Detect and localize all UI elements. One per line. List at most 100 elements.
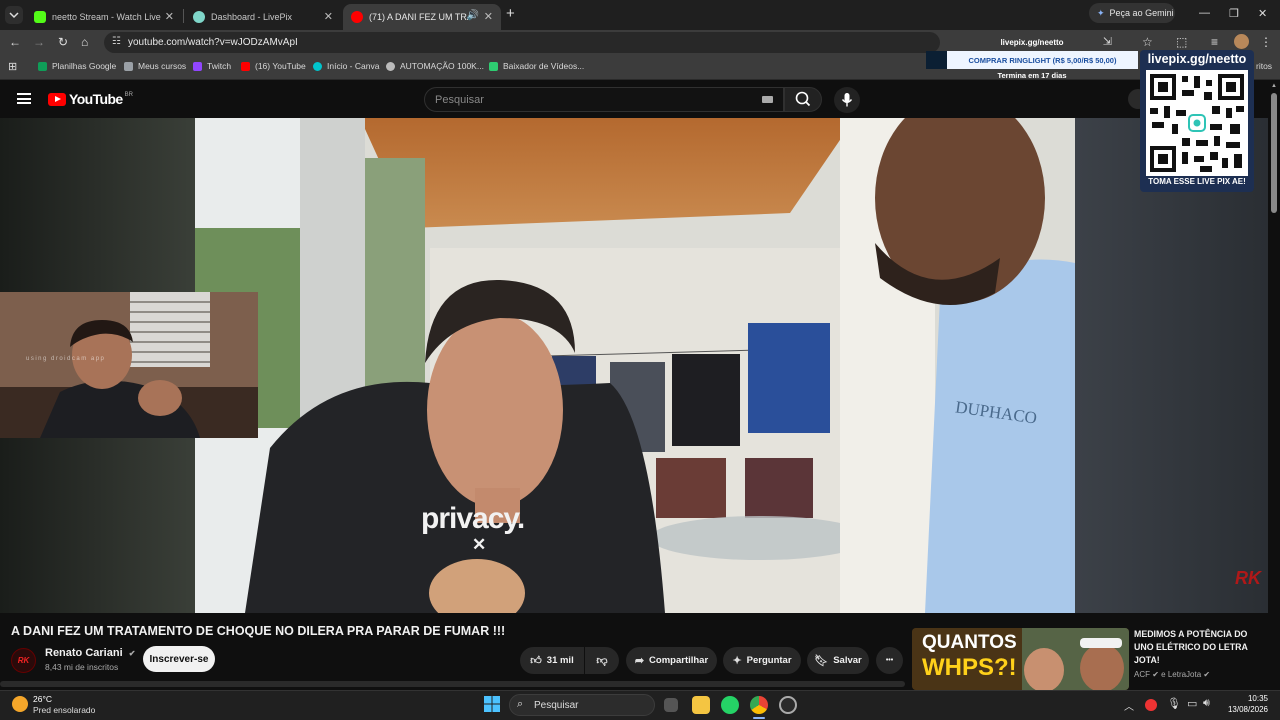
- goal-text: COMPRAR RINGLIGHT (R$ 5,00/R$ 50,00): [968, 55, 1117, 65]
- site-info-icon[interactable]: ☷: [112, 36, 121, 47]
- address-bar[interactable]: ☷ youtube.com/watch?v=wJODzAMvApI ⇲: [104, 32, 1112, 53]
- more-actions-button[interactable]: •••: [876, 647, 903, 674]
- save-button[interactable]: 🔖︎ Salvar: [807, 647, 869, 674]
- hamburger-menu-icon[interactable]: [17, 93, 31, 104]
- webcam-overlay: using droidcam app: [0, 292, 258, 438]
- recommended-title[interactable]: MEDIMOS A POTÊNCIA DO UNO ELÉTRICO DO LE…: [1134, 628, 1264, 667]
- qr-caption: TOMA ESSE LIVE PIX AE!: [1148, 177, 1246, 186]
- tab-title: Dashboard - LivePix: [211, 12, 293, 22]
- chevron-down-icon: [9, 12, 19, 19]
- region-code: BR: [124, 92, 133, 98]
- bookmark-meus-cursos[interactable]: Meus cursos: [124, 61, 186, 71]
- tray-chevron-icon[interactable]: ︿: [1124, 698, 1134, 713]
- tab-search-button[interactable]: [5, 6, 23, 24]
- search-button[interactable]: [784, 87, 822, 112]
- microphone-icon: [841, 93, 853, 107]
- goal-ends-text: Termina em 17 dias: [997, 71, 1067, 80]
- browser-tab-youtube[interactable]: (71) A DANI FEZ UM TRATA 🔊 ✕: [343, 4, 501, 30]
- tab-title: (71) A DANI FEZ UM TRATA: [369, 12, 469, 22]
- reading-list-icon[interactable]: ≡: [1211, 35, 1218, 49]
- subscribe-button[interactable]: Inscrever-se: [143, 646, 215, 672]
- bookmark-label: (16) YouTube: [255, 61, 306, 71]
- download-icon: [489, 61, 498, 71]
- like-count: 31 mil: [546, 655, 574, 666]
- windows-taskbar: 26°C Pred ensolarado ⌕ Pesquisar ︿ 🎙︎ ▭ …: [0, 690, 1280, 720]
- gemini-icon: ✦: [1097, 7, 1105, 18]
- scrollbar-thumb[interactable]: [1271, 93, 1277, 213]
- new-tab-button[interactable]: +: [506, 5, 515, 22]
- minimize-button[interactable]: —: [1199, 7, 1210, 19]
- recommended-channel[interactable]: ACF ✔ e LetraJota ✔: [1134, 670, 1210, 679]
- clock-time[interactable]: 10:35: [1232, 694, 1268, 703]
- browser-tab-kick[interactable]: neetto Stream - Watch Live on ✕: [26, 4, 182, 30]
- recommended-thumbnail[interactable]: QUANTOS WHPS?!: [912, 628, 1129, 690]
- chrome-icon[interactable]: [750, 696, 768, 714]
- task-view-icon[interactable]: [664, 698, 678, 712]
- extensions-icon[interactable]: ⬚: [1176, 35, 1187, 49]
- window-close-button[interactable]: ✕: [1258, 7, 1267, 20]
- start-button[interactable]: [484, 696, 500, 712]
- description-box-edge: [0, 681, 905, 687]
- clock-date[interactable]: 13/08/2026: [1222, 705, 1268, 714]
- dislike-button[interactable]: 👎︎: [585, 647, 619, 674]
- sheets-icon: [38, 61, 47, 71]
- scroll-up-icon[interactable]: ▲: [1271, 83, 1277, 89]
- tray-app-icon[interactable]: [1145, 699, 1157, 711]
- livepix-favicon-icon: [193, 11, 205, 23]
- bookmark-star-icon[interactable]: ☆: [1142, 35, 1153, 49]
- home-icon[interactable]: ⌂: [81, 35, 88, 49]
- goal-progress-fill: [926, 51, 947, 69]
- bookmark-planilhas[interactable]: Planilhas Google: [38, 61, 116, 71]
- channel-name[interactable]: Renato Cariani ✔: [45, 647, 135, 659]
- weather-icon[interactable]: [12, 696, 28, 712]
- whatsapp-icon[interactable]: [721, 696, 739, 714]
- bookmark-icon: 🔖︎: [814, 655, 829, 667]
- channel-watermark: RK: [1235, 568, 1263, 588]
- browser-tab-livepix[interactable]: Dashboard - LivePix ✕: [185, 4, 341, 30]
- livepix-url-small: livepix.gg/neetto: [1000, 38, 1064, 47]
- file-explorer-icon[interactable]: [692, 696, 710, 714]
- volume-icon[interactable]: 🔊︎: [1203, 697, 1210, 710]
- search-input[interactable]: Pesquisar: [424, 87, 784, 112]
- close-icon[interactable]: ✕: [324, 10, 333, 23]
- share-button[interactable]: ➦ Compartilhar: [626, 647, 717, 674]
- network-icon[interactable]: ▭: [1187, 697, 1197, 710]
- menu-dots-icon[interactable]: ⋮: [1260, 35, 1272, 49]
- channel-avatar[interactable]: RK: [11, 648, 36, 673]
- ask-gemini-button[interactable]: ✦ Peça ao Gemini: [1089, 3, 1175, 23]
- forward-arrow-icon[interactable]: →: [33, 35, 45, 49]
- goal-bar: COMPRAR RINGLIGHT (R$ 5,00/R$ 50,00): [947, 51, 1138, 69]
- search-icon: [795, 91, 811, 107]
- maximize-button[interactable]: ❐: [1229, 7, 1239, 20]
- youtube-header: YouTube BR Pesquisar: [0, 81, 1280, 118]
- bookmark-canva[interactable]: Início - Canva: [313, 61, 379, 71]
- close-icon[interactable]: ✕: [165, 10, 174, 23]
- bookmark-others[interactable]: ritos: [1256, 61, 1272, 71]
- reload-icon[interactable]: ↻: [58, 35, 68, 49]
- bookmark-youtube[interactable]: (16) YouTube: [241, 61, 306, 71]
- ask-label: Perguntar: [746, 655, 792, 666]
- taskbar-search[interactable]: ⌕ Pesquisar: [509, 694, 655, 716]
- like-button[interactable]: 👍︎ 31 mil: [520, 647, 584, 674]
- tab-title: neetto Stream - Watch Live on: [52, 12, 162, 22]
- bookmark-twitch[interactable]: Twitch: [193, 61, 231, 71]
- sparkle-icon: ✦: [732, 655, 742, 667]
- bookmark-baixador[interactable]: Baixador de Vídeos...: [489, 61, 584, 71]
- ask-button[interactable]: ✦ Perguntar: [723, 647, 801, 674]
- obs-icon[interactable]: [779, 696, 797, 714]
- apps-grid-icon[interactable]: ⊞: [8, 60, 17, 73]
- youtube-logo[interactable]: YouTube BR: [48, 91, 133, 107]
- bookmark-automacao[interactable]: AUTOMAÇÃO 100K...: [386, 61, 484, 71]
- profile-avatar[interactable]: [1234, 34, 1249, 49]
- page-scrollbar[interactable]: ▲: [1268, 81, 1280, 690]
- keyboard-icon[interactable]: [762, 96, 773, 103]
- close-icon[interactable]: ✕: [484, 10, 493, 23]
- voice-search-button[interactable]: [834, 87, 860, 113]
- back-arrow-icon[interactable]: ←: [9, 35, 21, 49]
- tab-divider: [183, 9, 184, 23]
- search-icon: ⌕: [517, 698, 524, 710]
- microphone-icon[interactable]: 🎙︎: [1167, 697, 1181, 710]
- webcam-frame: [0, 292, 258, 438]
- speaker-icon[interactable]: 🔊: [467, 10, 479, 21]
- youtube-favicon-icon: [351, 11, 363, 23]
